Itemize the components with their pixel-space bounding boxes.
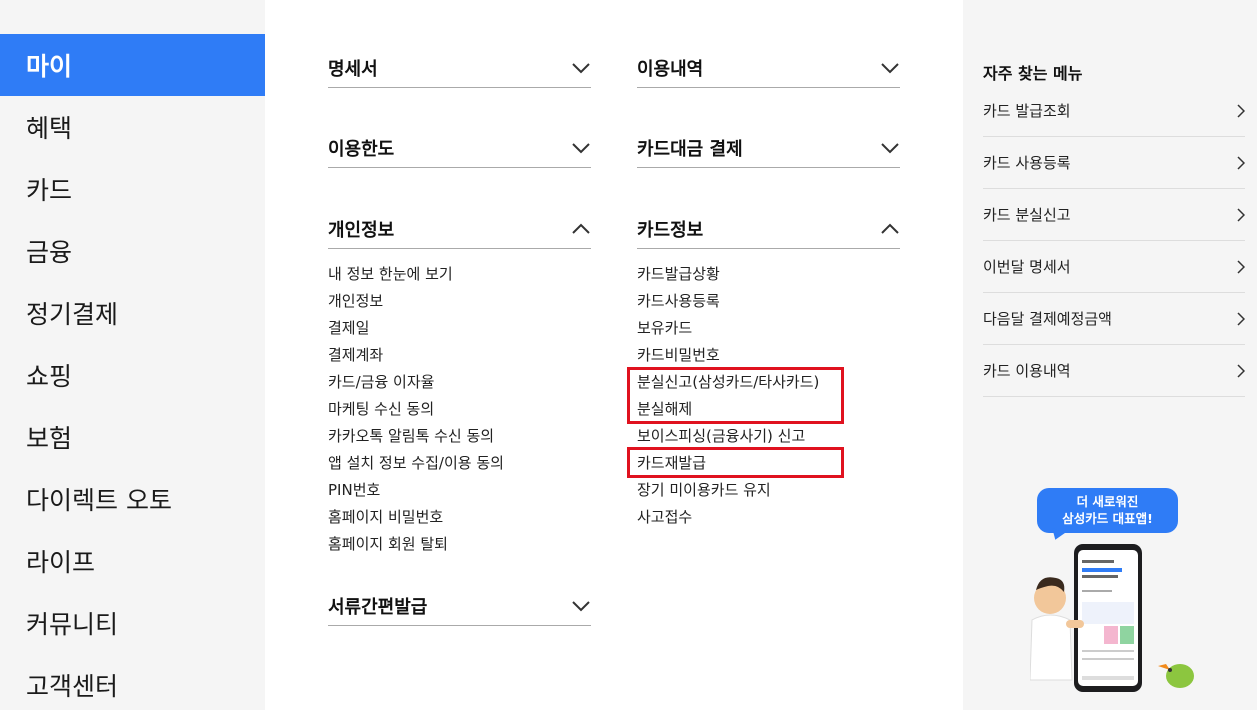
link-voice-phishing-report[interactable]: 보이스피싱(금융사기) 신고: [637, 426, 805, 446]
nav-item-insurance[interactable]: 보험: [0, 406, 265, 468]
screen-block: [1082, 602, 1134, 624]
quick-menu-label: 이번달 명세서: [983, 258, 1071, 276]
nav-item-shopping[interactable]: 쇼핑: [0, 344, 265, 406]
section-title: 카드대금 결제: [637, 138, 743, 160]
quick-menu-item[interactable]: 카드 이용내역: [983, 345, 1245, 397]
link-web-password[interactable]: 홈페이지 비밀번호: [328, 507, 443, 527]
link-personal-info[interactable]: 개인정보: [328, 291, 383, 311]
quick-menu-item[interactable]: 카드 분실신고: [983, 189, 1245, 241]
link-accident-report[interactable]: 사고접수: [637, 507, 692, 527]
section-title: 이용내역: [637, 58, 704, 80]
nav-item-benefits[interactable]: 혜택: [0, 96, 265, 158]
link-owned-cards[interactable]: 보유카드: [637, 318, 692, 338]
highlight-box-reissue: [627, 447, 844, 478]
section-title: 명세서: [328, 58, 378, 80]
link-payment-date[interactable]: 결제일: [328, 318, 369, 338]
bird-eye: [1168, 668, 1172, 672]
section-statement[interactable]: 명세서: [328, 48, 591, 88]
quick-menu-item[interactable]: 이번달 명세서: [983, 241, 1245, 293]
nav-item-direct-auto[interactable]: 다이렉트 오토: [0, 468, 265, 530]
chevron-right-icon: [1237, 259, 1245, 274]
chevron-down-icon: [572, 62, 590, 73]
bird-beak: [1158, 664, 1170, 670]
section-title: 개인정보: [328, 219, 395, 241]
nav-item-finance[interactable]: 금융: [0, 220, 265, 282]
link-interest-rate[interactable]: 카드/금융 이자율: [328, 372, 434, 392]
section-limit[interactable]: 이용한도: [328, 128, 591, 168]
nav-item-customer-center[interactable]: 고객센터: [0, 654, 265, 710]
quick-menu-label: 카드 이용내역: [983, 362, 1071, 380]
link-app-info-consent[interactable]: 앱 설치 정보 수집/이용 동의: [328, 453, 504, 473]
quick-menu-label: 카드 발급조회: [983, 102, 1071, 120]
chevron-right-icon: [1237, 103, 1245, 118]
section-usage-history[interactable]: 이용내역: [637, 48, 900, 88]
promo-line1: 더 새로워진: [1076, 494, 1139, 509]
chevron-down-icon: [572, 142, 590, 153]
nav-item-regular-payment[interactable]: 정기결제: [0, 282, 265, 344]
screen-tabbar: [1082, 676, 1134, 680]
chevron-up-icon: [572, 223, 590, 234]
section-title: 카드정보: [637, 219, 704, 241]
quick-menu-item[interactable]: 카드 발급조회: [983, 85, 1245, 137]
nav-item-card[interactable]: 카드: [0, 158, 265, 220]
quick-menu-label: 카드 분실신고: [983, 206, 1071, 224]
screen-line: [1082, 650, 1134, 652]
link-card-password[interactable]: 카드비밀번호: [637, 345, 720, 365]
link-pin[interactable]: PIN번호: [328, 480, 380, 500]
screen-line: [1082, 560, 1114, 563]
section-card-info[interactable]: 카드정보: [637, 209, 900, 249]
left-nav: 마이 혜택 카드 금융 정기결제 쇼핑 보험 다이렉트 오토 라이프 커뮤니티 …: [0, 0, 265, 710]
chevron-down-icon: [881, 62, 899, 73]
chevron-right-icon: [1237, 311, 1245, 326]
section-personal-info[interactable]: 개인정보: [328, 209, 591, 249]
quick-menu-item[interactable]: 다음달 결제예정금액: [983, 293, 1245, 345]
screen-card-green: [1120, 626, 1134, 644]
quick-menu-label: 다음달 결제예정금액: [983, 310, 1112, 328]
promo-bubble[interactable]: 더 새로워진 삼성카드 대표앱!: [1037, 488, 1178, 533]
chevron-down-icon: [572, 600, 590, 611]
nav-item-my[interactable]: 마이: [0, 34, 265, 96]
chevron-right-icon: [1237, 363, 1245, 378]
link-dormant-card-keep[interactable]: 장기 미이용카드 유지: [637, 480, 771, 500]
character-body: [1030, 614, 1073, 681]
quick-menu-title: 자주 찾는 메뉴: [983, 64, 1083, 83]
promo-illustration[interactable]: [1030, 540, 1200, 700]
section-documents[interactable]: 서류간편발급: [328, 586, 591, 626]
section-title: 서류간편발급: [328, 596, 428, 618]
screen-card-pink: [1104, 626, 1118, 644]
link-withdraw[interactable]: 홈페이지 회원 탈퇴: [328, 534, 448, 554]
chevron-down-icon: [881, 142, 899, 153]
section-title: 이용한도: [328, 138, 395, 160]
screen-line: [1082, 575, 1118, 578]
screen-line: [1082, 590, 1112, 592]
character-hand: [1066, 620, 1084, 628]
nav-item-community[interactable]: 커뮤니티: [0, 592, 265, 654]
link-my-info-overview[interactable]: 내 정보 한눈에 보기: [328, 264, 453, 284]
link-kakao-consent[interactable]: 카카오톡 알림톡 수신 동의: [328, 426, 494, 446]
screen-line: [1082, 568, 1122, 572]
highlight-box-lost: [627, 367, 844, 424]
screen-line: [1082, 658, 1134, 660]
chevron-up-icon: [881, 223, 899, 234]
promo-line2: 삼성카드 대표앱!: [1062, 511, 1153, 526]
quick-menu-label: 카드 사용등록: [983, 154, 1071, 172]
link-payment-account[interactable]: 결제계좌: [328, 345, 383, 365]
link-card-registration[interactable]: 카드사용등록: [637, 291, 720, 311]
link-card-issue-status[interactable]: 카드발급상황: [637, 264, 720, 284]
section-card-payment[interactable]: 카드대금 결제: [637, 128, 900, 168]
bird-body: [1166, 664, 1194, 688]
nav-item-life[interactable]: 라이프: [0, 530, 265, 592]
chevron-right-icon: [1237, 207, 1245, 222]
chevron-right-icon: [1237, 155, 1245, 170]
quick-menu-item[interactable]: 카드 사용등록: [983, 137, 1245, 189]
link-marketing-consent[interactable]: 마케팅 수신 동의: [328, 399, 434, 419]
